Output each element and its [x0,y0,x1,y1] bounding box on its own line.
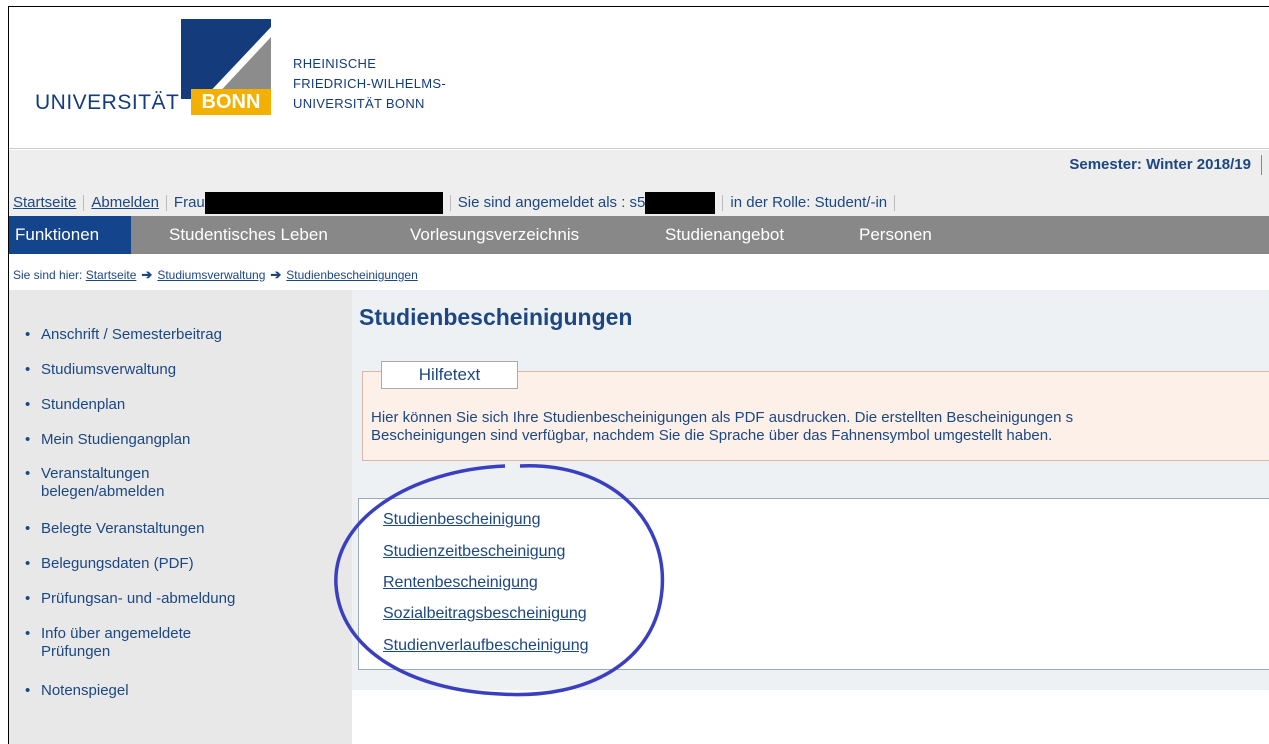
link-rentenbescheinigung[interactable]: Rentenbescheinigung [383,574,538,592]
bullet-icon: • [25,465,31,482]
bullet-icon: • [25,625,31,642]
logo-line: FRIEDRICH-WILHELMS- [293,76,447,91]
redacted-name [204,192,443,214]
arrow-right-icon: ➔ [270,267,282,282]
help-text-line: Hier können Sie sich Ihre Studienbeschei… [371,409,1074,426]
breadcrumb-studienbescheinigungen[interactable]: Studienbescheinigungen [286,268,417,282]
breadcrumb: Sie sind hier: Startseite ➔ Studiumsverwal… [13,267,418,283]
bullet-icon: • [25,682,31,699]
sidebar-item-label: Stundenplan [41,396,126,413]
sidebar-item-studiumsverwaltung[interactable]: • Studiumsverwaltung [25,361,177,379]
sidebar: • Anschrift / Semesterbeitrag • Studiumsve… [9,290,352,744]
sidebar-item-label: Belegungsdaten (PDF) [41,555,194,572]
divider [1261,155,1262,175]
sidebar-item-label: Anschrift / Semesterbeitrag [41,326,222,343]
sidebar-item-stundenplan[interactable]: • Stundenplan [25,396,126,414]
main-navigation: Funktionen Studentisches Leben Vorlesung… [9,216,1269,254]
role-label: in der Rolle: Student/-in [730,193,888,211]
tab-studienangebot[interactable]: Studienangebot [665,216,784,254]
help-text: Hier können Sie sich Ihre Studienbeschei… [371,409,1073,445]
tab-funktionen[interactable]: Funktionen [9,216,131,254]
logo-university-text: UNIVERSITÄT [35,91,180,114]
link-studienzeitbescheinigung[interactable]: Studienzeitbescheinigung [383,543,565,561]
sidebar-item-label: Belegte Veranstaltungen [41,520,205,537]
divider [894,195,896,211]
bullet-icon: • [25,396,31,413]
sidebar-item-label: Info über angemeldete Prüfungen [41,625,192,660]
bullet-icon: • [25,361,31,378]
sidebar-item-label: Mein Studiengangplan [41,431,191,448]
sidebar-item-notenspiegel[interactable]: • Notenspiegel [25,682,129,700]
divider [449,195,451,211]
semester-label[interactable]: Semester: Winter 2018/19 [1069,156,1251,173]
arrow-right-icon: ➔ [141,267,153,282]
divider [165,195,167,211]
bullet-icon: • [25,590,31,607]
bullet-icon: • [25,520,31,537]
home-link[interactable]: Startseite [13,194,76,211]
main-content: Studienbescheinigungen Hilfetext Hier kö… [352,290,1269,690]
divider [83,195,85,211]
sidebar-item-label: Studiumsverwaltung [41,361,177,378]
user-info-line: Startseite Abmelden Frau Sie sind angemelde… [13,192,902,214]
redacted-id [645,192,716,214]
link-sozialbeitragsbescheinigung[interactable]: Sozialbeitragsbescheinigung [383,605,587,623]
header: UNIVERSITÄT BONN RHEINISCHE FRIEDRICH-WI… [9,7,1269,149]
user-bar: Semester: Winter 2018/19 Startseite Abmel… [9,150,1269,216]
link-studienbescheinigung[interactable]: Studienbescheinigung [383,511,540,529]
help-box: Hilfetext Hier können Sie sich Ihre Stud… [362,361,1269,461]
link-studienverlaufbescheinigung[interactable]: Studienverlaufbescheinigung [383,637,588,655]
help-text-line: Bescheinigungen sind verfügbar, nachdem … [371,427,1053,444]
university-logo-graphic [181,19,271,99]
tab-studentisches-leben[interactable]: Studentisches Leben [169,216,328,254]
bullet-icon: • [25,555,31,572]
breadcrumb-startseite[interactable]: Startseite [86,268,137,282]
logo-bonn-badge: BONN [191,89,271,115]
certificate-links-box: Studienbescheinigung Studienzeitbeschein… [358,498,1269,670]
page-title: Studienbescheinigungen [359,304,633,330]
login-label: Sie sind angemeldet als : s5 [457,193,646,211]
sidebar-item-label: Prüfungsan- und -abmeldung [41,590,236,607]
help-legend[interactable]: Hilfetext [381,361,518,389]
sidebar-item-label: Notenspiegel [41,682,129,699]
bullet-icon: • [25,326,31,343]
sidebar-item-info-pruefungen[interactable]: • Info über angemeldete Prüfungen [25,625,241,661]
salutation: Frau [173,193,205,211]
logo-line: RHEINISCHE [293,56,377,71]
tab-personen[interactable]: Personen [859,216,932,254]
sidebar-item-studiengangplan[interactable]: • Mein Studiengangplan [25,431,191,449]
sidebar-item-label: Veranstaltungen belegen/abmelden [41,465,165,500]
logo-line: UNIVERSITÄT BONN [293,96,425,111]
sidebar-item-pruefungsanmeldung[interactable]: • Prüfungsan- und -abmeldung [25,590,236,608]
logout-link[interactable]: Abmelden [91,194,159,211]
sidebar-item-anschrift[interactable]: • Anschrift / Semesterbeitrag [25,326,222,344]
breadcrumb-studiumsverwaltung[interactable]: Studiumsverwaltung [157,268,265,282]
bullet-icon: • [25,431,31,448]
sidebar-item-belegte-veranstaltungen[interactable]: • Belegte Veranstaltungen [25,520,205,538]
divider [722,195,724,211]
breadcrumb-prefix: Sie sind hier: [13,268,83,282]
tab-vorlesungsverzeichnis[interactable]: Vorlesungsverzeichnis [410,216,579,254]
sidebar-item-veranstaltungen-belegen[interactable]: • Veranstaltungen belegen/abmelden [25,465,231,501]
page-frame: UNIVERSITÄT BONN RHEINISCHE FRIEDRICH-WI… [8,6,1269,744]
sidebar-item-belegungsdaten[interactable]: • Belegungsdaten (PDF) [25,555,194,573]
logo-fullname: RHEINISCHE FRIEDRICH-WILHELMS- UNIVERSIT… [293,54,446,114]
